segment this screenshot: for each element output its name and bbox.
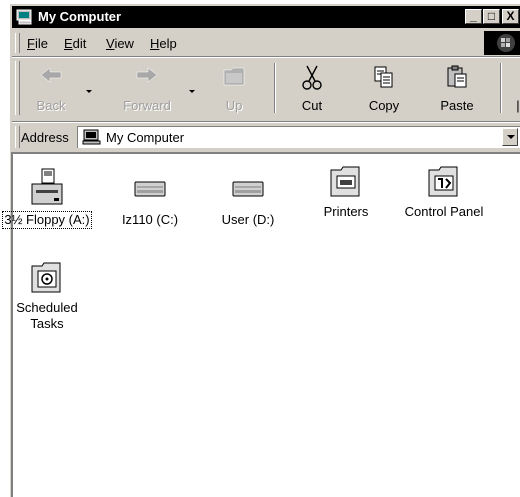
control-panel-label: Control Panel	[404, 204, 484, 219]
toolbar-grip[interactable]	[15, 61, 20, 115]
back-arrow-icon	[40, 67, 62, 83]
address-input[interactable]: My Computer	[77, 126, 520, 148]
paste-button[interactable]: Paste	[430, 57, 484, 117]
computer-icon	[82, 129, 102, 148]
cut-button[interactable]: Cut	[287, 57, 337, 117]
folder-view[interactable]: 3½ Floppy (A:) Iz110 (C:) User (D:) Prin…	[2, 152, 520, 497]
back-history-dropdown[interactable]	[86, 90, 92, 93]
printers-label: Printers	[323, 204, 369, 219]
window-title: My Computer	[38, 9, 122, 24]
hard-drive-icon	[232, 181, 264, 197]
forward-history-dropdown[interactable]	[189, 90, 195, 93]
address-dropdown-button[interactable]	[502, 128, 518, 146]
scheduled-tasks-item[interactable]: Scheduled Tasks	[1, 260, 93, 332]
undo-button-partial[interactable]: |	[510, 57, 520, 117]
copy-button[interactable]: Copy	[358, 57, 410, 117]
drive-a-label: 3½ Floppy (A:)	[2, 211, 92, 229]
drive-a-item[interactable]: 3½ Floppy (A:)	[1, 168, 93, 229]
copy-icon	[374, 66, 393, 88]
drive-d-label: User (D:)	[221, 212, 275, 227]
cut-label: Cut	[301, 98, 323, 113]
hard-drive-icon	[134, 181, 166, 197]
scissors-icon	[302, 65, 322, 90]
address-label: Address	[21, 130, 69, 145]
my-computer-window: My Computer _ □ X File Edit View Help Ba…	[2, 3, 520, 497]
undo-label-partial: |	[516, 98, 520, 113]
address-grip[interactable]	[15, 126, 20, 148]
printers-item[interactable]: Printers	[300, 164, 392, 220]
back-button[interactable]: Back	[24, 57, 78, 117]
separator	[12, 121, 520, 123]
paste-label: Paste	[440, 98, 474, 113]
drive-c-label: Iz110 (C:)	[121, 212, 179, 227]
forward-button[interactable]: Forward	[112, 57, 182, 117]
menu-help[interactable]: Help	[150, 36, 177, 51]
maximize-button[interactable]: □	[483, 9, 500, 24]
copy-label: Copy	[368, 98, 400, 113]
computer-icon	[16, 9, 34, 25]
forward-arrow-icon	[136, 67, 158, 83]
forward-label: Forward	[123, 98, 171, 113]
up-folder-icon	[223, 67, 245, 86]
scheduled-tasks-icon	[31, 262, 61, 293]
address-bar: Address My Computer	[12, 124, 520, 150]
minimize-button[interactable]: _	[465, 9, 482, 24]
toolbar-separator	[500, 63, 502, 113]
paste-clipboard-icon	[447, 65, 467, 88]
menu-grip[interactable]	[15, 33, 20, 53]
close-button[interactable]: X	[502, 9, 519, 24]
menu-edit[interactable]: Edit	[64, 36, 86, 51]
title-bar[interactable]: My Computer _ □ X	[12, 6, 520, 28]
floppy-drive-icon	[31, 168, 63, 205]
scheduled-tasks-label: Scheduled Tasks	[16, 300, 78, 331]
printers-folder-icon	[330, 166, 360, 197]
menu-bar: File Edit View Help	[12, 31, 520, 55]
control-panel-icon	[428, 166, 458, 197]
menu-file[interactable]: File	[27, 36, 48, 51]
address-value: My Computer	[106, 130, 185, 145]
drive-c-item[interactable]: Iz110 (C:)	[104, 178, 196, 228]
up-label: Up	[225, 98, 243, 113]
drive-d-item[interactable]: User (D:)	[202, 178, 294, 228]
back-label: Back	[36, 98, 66, 113]
up-button[interactable]: Up	[209, 57, 259, 117]
menu-view[interactable]: View	[106, 36, 134, 51]
windows-logo-icon	[484, 31, 520, 55]
control-panel-item[interactable]: Control Panel	[398, 164, 490, 220]
standard-toolbar: Back Forward Up Cut Copy Paste |	[12, 57, 520, 119]
toolbar-separator	[274, 63, 276, 113]
